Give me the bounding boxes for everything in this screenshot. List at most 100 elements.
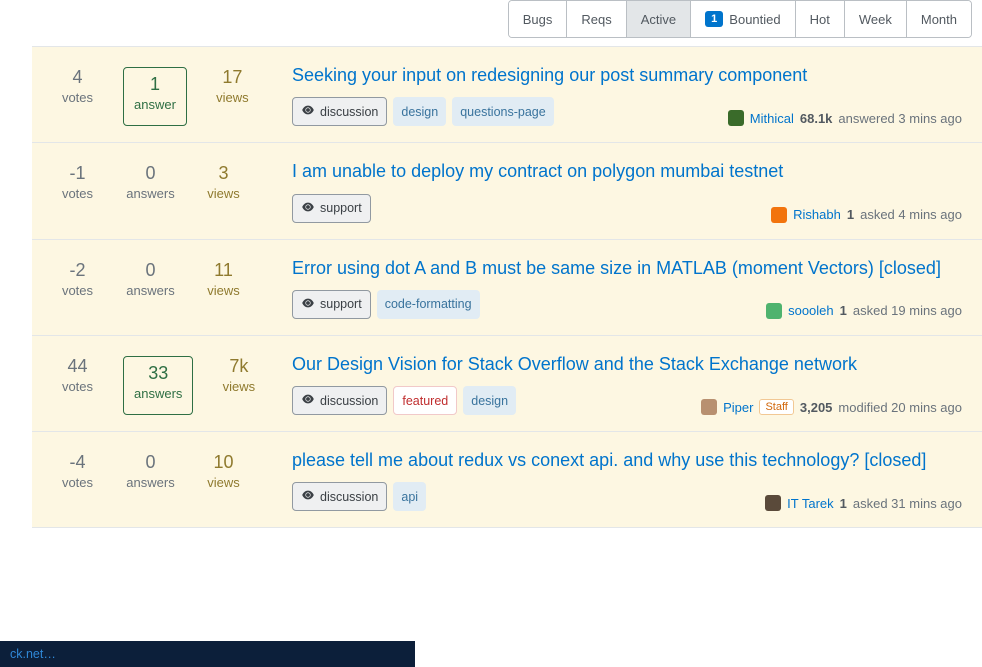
question-content: Seeking your input on redesigning our po…: [292, 63, 972, 126]
tab-label: Bugs: [523, 12, 553, 27]
tag-text: api: [401, 490, 418, 504]
avatar[interactable]: [765, 495, 781, 511]
tab-hot[interactable]: Hot: [796, 1, 845, 37]
votes-stat: -1votes: [50, 163, 105, 222]
tag-api[interactable]: api: [393, 482, 426, 511]
views-label: views: [196, 475, 251, 490]
tag-code-formatting[interactable]: code-formatting: [377, 290, 480, 319]
avatar[interactable]: [728, 110, 744, 126]
votes-label: votes: [50, 90, 105, 105]
user-rep: 1: [840, 303, 847, 318]
question-stats: -4 votes 0answers 10 views: [32, 448, 292, 511]
votes-count: 4: [50, 67, 105, 88]
tab-reqs[interactable]: Reqs: [567, 1, 626, 37]
activity-time[interactable]: asked 19 mins ago: [853, 303, 962, 318]
user-rep: 1: [847, 207, 854, 222]
filter-tabs-bar: Bugs ReqsActive1BountiedHot Week Month: [0, 0, 982, 46]
eye-icon: [301, 200, 315, 217]
answers-count: 0: [123, 452, 178, 473]
votes-label: votes: [50, 475, 105, 490]
tab-week[interactable]: Week: [845, 1, 907, 37]
user-rep: 68.1k: [800, 111, 833, 126]
views-label: views: [211, 379, 266, 394]
answers-stat: 0 answers: [123, 163, 178, 222]
answers-stat: 0answers: [123, 452, 178, 511]
question-content: I am unable to deploy my contract on pol…: [292, 159, 972, 222]
views-stat: 7k views: [211, 356, 266, 415]
tag-discussion[interactable]: discussion: [292, 482, 387, 511]
tag-featured[interactable]: featured: [393, 386, 457, 415]
eye-icon: [301, 296, 315, 313]
views-label: views: [205, 90, 260, 105]
tag-support[interactable]: support: [292, 290, 371, 319]
user-name[interactable]: IT Tarek: [787, 496, 833, 511]
activity-time[interactable]: answered 3 mins ago: [838, 111, 962, 126]
answers-count: 1: [134, 74, 176, 95]
tag-text: discussion: [320, 394, 378, 408]
avatar[interactable]: [771, 207, 787, 223]
question-meta: support Rishabh 1 asked 4 mins ago: [292, 194, 962, 223]
question-content: please tell me about redux vs conext api…: [292, 448, 972, 511]
votes-stat: -2 votes: [50, 260, 105, 319]
user-name[interactable]: soooleh: [788, 303, 834, 318]
user-info: soooleh 1 asked 19 mins ago: [766, 303, 962, 319]
question-title[interactable]: Seeking your input on redesigning our po…: [292, 63, 962, 87]
votes-label: votes: [50, 283, 105, 298]
question-row: -1votes0answers3viewsI am unable to depl…: [32, 143, 982, 239]
views-label: views: [196, 186, 251, 201]
activity-time[interactable]: asked 31 mins ago: [853, 496, 962, 511]
tag-text: questions-page: [460, 105, 545, 119]
question-title[interactable]: Error using dot A and B must be same siz…: [292, 256, 962, 280]
tag-discussion[interactable]: discussion: [292, 386, 387, 415]
votes-count: -2: [50, 260, 105, 281]
tab-bountied[interactable]: 1Bountied: [691, 1, 795, 37]
user-info: Rishabh 1 asked 4 mins ago: [771, 207, 962, 223]
tag-design[interactable]: design: [463, 386, 516, 415]
votes-stat: 4 votes: [50, 67, 105, 126]
question-row: 4votes1answer17viewsSeeking your input o…: [32, 47, 982, 143]
tag-text: featured: [402, 394, 448, 408]
tag-questions-page[interactable]: questions-page: [452, 97, 553, 126]
question-stats: 4votes1answer17views: [32, 63, 292, 126]
question-row: -4 votes 0answers 10 views please tell me abo…: [32, 432, 982, 528]
views-count: 7k: [211, 356, 266, 377]
tag-list: discussiondesign questions-page: [292, 97, 554, 126]
answers-label: answers: [134, 386, 182, 401]
tab-label: Week: [859, 12, 892, 27]
question-title[interactable]: please tell me about redux vs conext api…: [292, 448, 962, 472]
tab-bugs[interactable]: Bugs: [509, 1, 568, 37]
views-label: views: [196, 283, 251, 298]
eye-icon: [301, 392, 315, 409]
eye-icon: [301, 103, 315, 120]
activity-time[interactable]: asked 4 mins ago: [860, 207, 962, 222]
tag-list: discussion api: [292, 482, 426, 511]
tag-text: support: [320, 201, 362, 215]
tag-text: code-formatting: [385, 297, 472, 311]
user-name[interactable]: Piper: [723, 400, 753, 415]
question-title[interactable]: I am unable to deploy my contract on pol…: [292, 159, 962, 183]
answers-stat: 0answers: [123, 260, 178, 319]
question-stats: -1votes0answers3views: [32, 159, 292, 222]
answers-label: answers: [123, 186, 178, 201]
views-stat: 10 views: [196, 452, 251, 511]
tab-active[interactable]: Active: [627, 1, 691, 37]
activity-time[interactable]: modified 20 mins ago: [838, 400, 962, 415]
avatar[interactable]: [701, 399, 717, 415]
question-row: -2votes0answers11viewsError using dot A …: [32, 240, 982, 336]
question-title[interactable]: Our Design Vision for Stack Overflow and…: [292, 352, 962, 376]
answers-count: 33: [134, 363, 182, 384]
question-stats: 44votes33answers7kviews: [32, 352, 292, 415]
user-name[interactable]: Rishabh: [793, 207, 841, 222]
avatar[interactable]: [766, 303, 782, 319]
answers-label: answer: [134, 97, 176, 112]
tab-month[interactable]: Month: [907, 1, 971, 37]
views-count: 10: [196, 452, 251, 473]
answers-count: 0: [123, 163, 178, 184]
tag-list: support code-formatting: [292, 290, 480, 319]
answers-stat: 33 answers: [123, 356, 193, 415]
tag-support[interactable]: support: [292, 194, 371, 223]
user-name[interactable]: Mithical: [750, 111, 794, 126]
tag-discussion[interactable]: discussion: [292, 97, 387, 126]
tag-design[interactable]: design: [393, 97, 446, 126]
votes-count: -4: [50, 452, 105, 473]
